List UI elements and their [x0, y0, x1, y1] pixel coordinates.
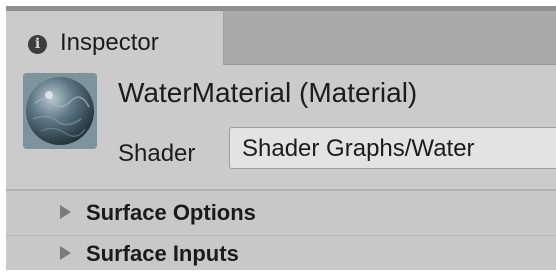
tab-inspector[interactable]: i Inspector — [6, 11, 224, 65]
shader-dropdown[interactable]: Shader Graphs/Water — [229, 127, 556, 169]
section-surface-options[interactable]: Surface Options — [6, 195, 556, 231]
shader-label: Shader — [118, 140, 196, 167]
inspector-window: i Inspector WaterMaterial (Material) Sha… — [6, 6, 556, 270]
section-surface-options-label: Surface Options — [86, 200, 256, 225]
tab-inspector-label: Inspector — [60, 29, 159, 56]
tab-strip-empty — [224, 11, 556, 65]
material-title: WaterMaterial (Material) — [118, 77, 418, 108]
section-surface-inputs[interactable]: Surface Inputs — [6, 235, 556, 270]
foldout-arrow-icon[interactable] — [60, 205, 71, 219]
info-icon: i — [28, 35, 47, 54]
shader-dropdown-value: Shader Graphs/Water — [242, 135, 475, 162]
material-sphere-preview-icon — [23, 73, 97, 149]
material-header: WaterMaterial (Material) Shader Shader G… — [6, 65, 556, 189]
header-divider — [6, 189, 556, 191]
foldout-arrow-icon[interactable] — [60, 246, 71, 260]
section-surface-inputs-label: Surface Inputs — [86, 241, 239, 266]
material-preview-thumbnail[interactable] — [23, 73, 97, 149]
